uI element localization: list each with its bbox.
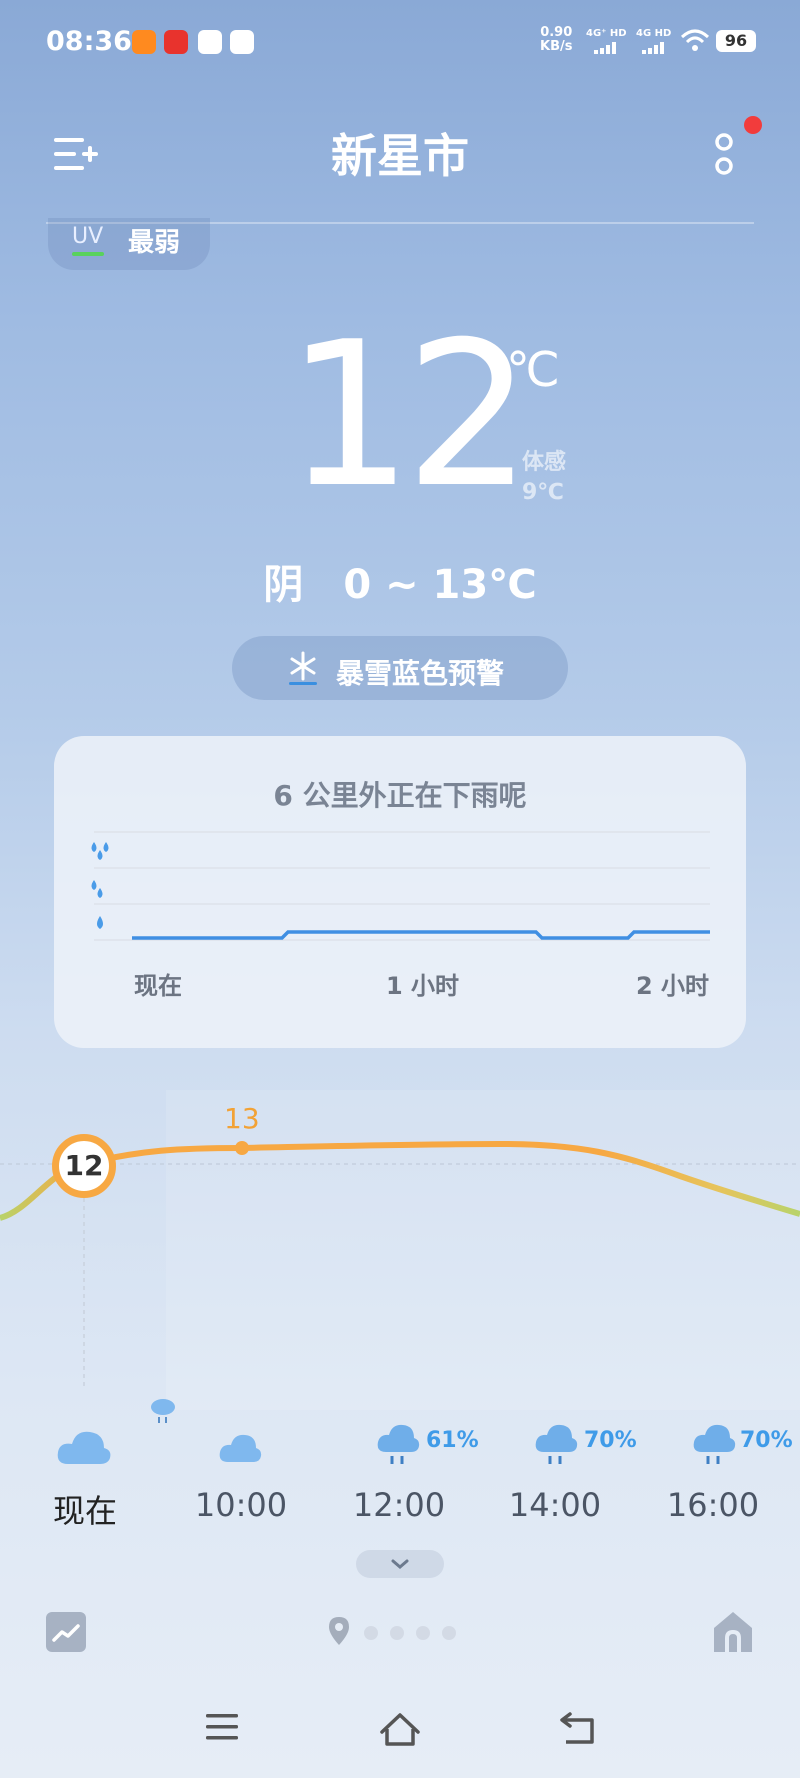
rain-x-label-2h: 2 小时 bbox=[636, 972, 710, 1000]
battery-indicator: 96 bbox=[716, 30, 756, 52]
precipitation-line bbox=[132, 930, 710, 940]
city-title[interactable]: 新星市 bbox=[0, 120, 800, 186]
shopping-app-icon bbox=[164, 30, 188, 54]
feels-like-value: 9℃ bbox=[522, 480, 564, 505]
home-city-icon[interactable] bbox=[712, 1610, 754, 1654]
wifi-icon bbox=[680, 29, 710, 51]
hour-label: 10:00 bbox=[194, 1486, 288, 1524]
page-indicator-dot[interactable] bbox=[442, 1626, 456, 1640]
network-speed: 0.90 KB/s bbox=[540, 26, 572, 54]
net-speed-unit: KB/s bbox=[540, 39, 573, 54]
video-app-icon bbox=[132, 30, 156, 54]
page-indicator-dot[interactable] bbox=[416, 1626, 430, 1640]
sim2-label: 4G HD bbox=[636, 28, 672, 39]
max-temperature-label: 13 bbox=[224, 1102, 260, 1135]
precipitation-title: 6 公里外正在下雨呢 bbox=[273, 779, 527, 812]
uv-value: 最弱 bbox=[128, 228, 181, 258]
precip-probability: 70% bbox=[584, 1428, 637, 1453]
max-temp-point bbox=[235, 1141, 249, 1155]
trend-line-icon bbox=[52, 1624, 80, 1642]
recent-apps-icon[interactable] bbox=[204, 1710, 240, 1744]
temperature-unit: ℃ bbox=[506, 342, 560, 398]
page-indicator-dot[interactable] bbox=[390, 1626, 404, 1640]
cloud-icon bbox=[219, 1434, 262, 1462]
app-icon bbox=[198, 30, 222, 54]
light-rain-icon bbox=[97, 916, 103, 929]
rain-x-label-1h: 1 小时 bbox=[386, 972, 460, 1000]
moderate-rain-icon bbox=[91, 880, 103, 898]
now-temperature-badge: 12 bbox=[52, 1134, 116, 1198]
signal-bars-icon bbox=[642, 42, 664, 54]
net-speed-value: 0.90 bbox=[540, 25, 573, 40]
rain-cloud-icon bbox=[535, 1424, 578, 1464]
alert-text: 暴雪蓝色预警 bbox=[336, 657, 505, 690]
expand-forecast-button[interactable] bbox=[356, 1550, 444, 1578]
feels-like-label: 体感 bbox=[522, 450, 567, 475]
hour-label-now: 现在 bbox=[52, 1492, 117, 1530]
rain-cloud-icon bbox=[693, 1424, 736, 1464]
signal-bars-icon bbox=[594, 42, 616, 54]
notification-dot bbox=[744, 116, 762, 134]
precipitation-chart bbox=[91, 831, 710, 941]
home-icon[interactable] bbox=[378, 1710, 422, 1750]
sim1-label: 4G⁺ HD bbox=[586, 28, 627, 39]
hour-label: 16:00 bbox=[666, 1486, 760, 1524]
chevron-down-icon bbox=[391, 1559, 409, 1569]
snowflake-icon bbox=[289, 651, 317, 685]
page-indicator-dot[interactable] bbox=[364, 1626, 378, 1640]
more-options-icon[interactable] bbox=[712, 132, 736, 178]
precip-probability: 61% bbox=[426, 1428, 479, 1453]
status-time: 08:36 bbox=[46, 26, 132, 57]
condition-range: 阴 0 ~ 13℃ bbox=[263, 562, 537, 608]
uv-indicator-bar bbox=[72, 252, 104, 256]
current-temperature: 12 bbox=[285, 299, 533, 532]
uv-label: UV bbox=[72, 224, 104, 249]
future-shade bbox=[166, 1090, 800, 1410]
cat-app-icon bbox=[230, 30, 254, 54]
hour-label: 14:00 bbox=[508, 1486, 602, 1524]
heavy-rain-icon bbox=[91, 842, 109, 860]
precip-probability: 70% bbox=[740, 1428, 793, 1453]
trend-chart-icon[interactable] bbox=[46, 1612, 86, 1652]
cloud-icon bbox=[57, 1431, 111, 1464]
back-icon[interactable] bbox=[558, 1710, 598, 1746]
rain-x-label-now: 现在 bbox=[134, 972, 182, 1000]
rain-cloud-icon bbox=[377, 1424, 420, 1464]
hour-label: 12:00 bbox=[352, 1486, 446, 1524]
location-pin-icon bbox=[329, 1617, 349, 1645]
drizzle-icon bbox=[151, 1399, 175, 1423]
hourly-temperature-chart[interactable] bbox=[0, 1090, 800, 1410]
